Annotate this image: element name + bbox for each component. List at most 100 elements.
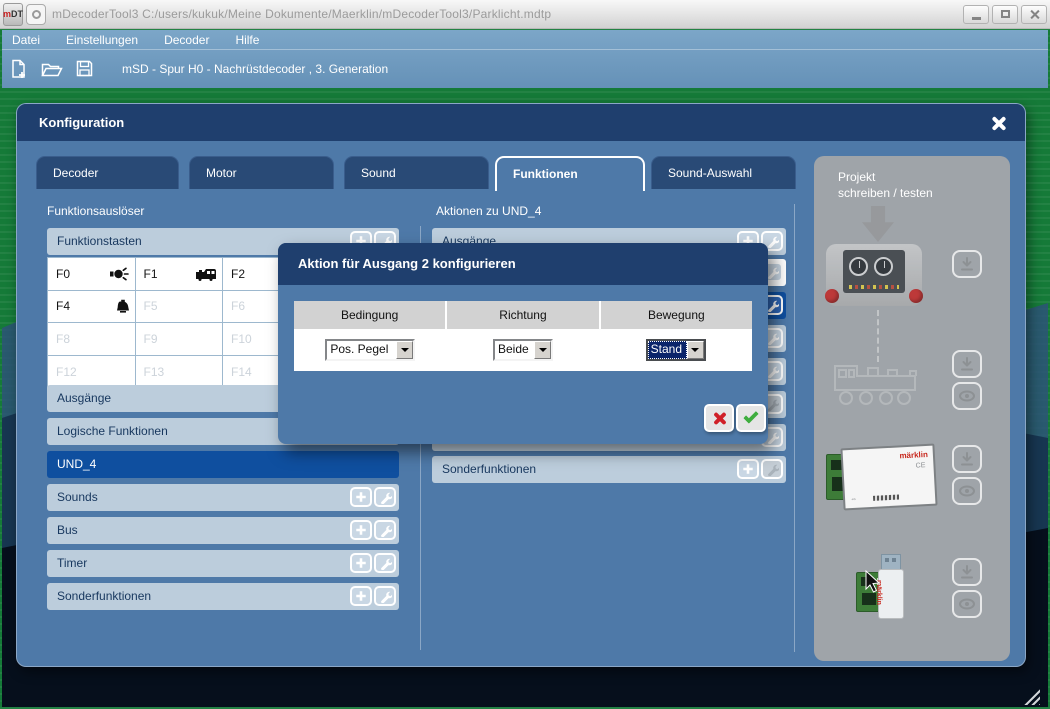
trigger-bus[interactable]: Bus bbox=[47, 517, 399, 544]
gauge-icon bbox=[874, 257, 893, 276]
download-icon bbox=[959, 356, 975, 372]
download-icon bbox=[959, 451, 975, 467]
dialog-title: Aktion für Ausgang 2 konfigurieren bbox=[298, 243, 516, 285]
plus-icon bbox=[742, 463, 754, 475]
section-label: Funktionstasten bbox=[57, 234, 142, 248]
tab-decoder[interactable]: Decoder bbox=[36, 156, 179, 189]
dropdown-arrow-icon[interactable] bbox=[687, 341, 704, 359]
konfiguration-close-button[interactable] bbox=[987, 112, 1009, 134]
wrench-icon bbox=[766, 235, 779, 248]
menu-hilfe[interactable]: Hilfe bbox=[235, 33, 259, 47]
edit-button[interactable] bbox=[374, 553, 396, 573]
menu-decoder[interactable]: Decoder bbox=[164, 33, 209, 47]
minimize-button[interactable] bbox=[963, 5, 989, 24]
mouse-cursor bbox=[864, 570, 882, 594]
download-icon bbox=[959, 256, 975, 272]
save-icon bbox=[76, 60, 93, 77]
tab-funktionen[interactable]: Funktionen bbox=[495, 156, 645, 191]
new-file-button[interactable] bbox=[10, 59, 28, 79]
view-programmer-button[interactable] bbox=[952, 477, 982, 505]
edit-button[interactable] bbox=[374, 586, 396, 606]
fkey-f5[interactable]: F5 bbox=[136, 291, 224, 324]
dialog-table: Bedingung Richtung Bewegung Pos. Pegel B… bbox=[294, 301, 752, 371]
write-to-usb-button[interactable] bbox=[952, 558, 982, 586]
edit-button[interactable] bbox=[374, 487, 396, 507]
right-edge-divider bbox=[794, 204, 795, 652]
maximize-button[interactable] bbox=[992, 5, 1018, 24]
desktop-edge-right bbox=[1044, 29, 1050, 709]
cancel-button[interactable] bbox=[704, 404, 734, 432]
fkey-f9[interactable]: F9 bbox=[136, 323, 224, 356]
left-panel-label: Funktionsauslöser bbox=[47, 204, 144, 218]
aktion-konfigurieren-dialog: Aktion für Ausgang 2 konfigurieren Bedin… bbox=[278, 243, 768, 444]
toolbar: mSD - Spur H0 - Nachrüstdecoder , 3. Gen… bbox=[2, 50, 1048, 87]
close-button[interactable] bbox=[1021, 5, 1047, 24]
project-title-line2: schreiben / testen bbox=[838, 186, 933, 200]
add-button[interactable] bbox=[350, 487, 372, 507]
add-button[interactable] bbox=[350, 586, 372, 606]
fkey-f1[interactable]: F1 bbox=[136, 258, 224, 291]
project-panel: Projekt schreiben / testen bbox=[814, 156, 1010, 661]
bedingung-dropdown[interactable]: Pos. Pegel bbox=[325, 339, 415, 361]
add-button[interactable] bbox=[350, 520, 372, 540]
column-header-bewegung: Bewegung bbox=[601, 301, 752, 329]
tab-sound-auswahl[interactable]: Sound-Auswahl bbox=[651, 156, 796, 189]
save-file-button[interactable] bbox=[76, 60, 93, 77]
wrench-icon bbox=[379, 590, 392, 603]
gauge-icon bbox=[849, 257, 868, 276]
window-title: mDecoderTool3 C:/users/kukuk/Meine Dokum… bbox=[52, 7, 551, 21]
edit-button[interactable] bbox=[374, 520, 396, 540]
dropdown-arrow-icon[interactable] bbox=[534, 341, 551, 359]
trigger-timer[interactable]: Timer bbox=[47, 550, 399, 577]
plus-icon bbox=[355, 491, 367, 503]
close-icon bbox=[1029, 9, 1040, 20]
open-file-button[interactable] bbox=[41, 61, 63, 77]
actions-section-sonderfunktionen[interactable]: Sonderfunktionen bbox=[432, 456, 786, 483]
fkey-f13[interactable]: F13 bbox=[136, 356, 224, 389]
download-icon bbox=[959, 564, 975, 580]
add-button[interactable] bbox=[737, 459, 759, 479]
locomotive-icon bbox=[195, 267, 216, 281]
desktop-edge-left bbox=[0, 29, 2, 709]
red-knob bbox=[909, 289, 923, 303]
fkey-f4[interactable]: F4 bbox=[48, 291, 136, 324]
check-icon bbox=[743, 408, 759, 424]
trigger-und4-selected[interactable]: UND_4 bbox=[47, 451, 399, 478]
desktop: mDT mDecoderTool3 C:/users/kukuk/Meine D… bbox=[0, 0, 1050, 709]
trigger-sonderfunktionen[interactable]: Sonderfunktionen bbox=[47, 583, 399, 610]
tab-sound[interactable]: Sound bbox=[344, 156, 489, 189]
bell-icon bbox=[117, 299, 129, 313]
plus-icon bbox=[355, 590, 367, 602]
add-button[interactable] bbox=[350, 553, 372, 573]
tab-motor[interactable]: Motor bbox=[189, 156, 334, 189]
dropdown-arrow-icon[interactable] bbox=[396, 341, 413, 359]
bewegung-dropdown[interactable]: Stand bbox=[646, 339, 706, 361]
menu-datei[interactable]: Datei bbox=[12, 33, 40, 47]
fkey-f0[interactable]: F0 bbox=[48, 258, 136, 291]
write-to-locomotive-button[interactable] bbox=[952, 350, 982, 378]
maximize-icon bbox=[1001, 10, 1010, 18]
window-menu-button[interactable] bbox=[26, 4, 46, 25]
view-usb-button[interactable] bbox=[952, 590, 982, 618]
richtung-dropdown[interactable]: Beide bbox=[493, 339, 553, 361]
menu-einstellungen[interactable]: Einstellungen bbox=[66, 33, 138, 47]
fkey-f12[interactable]: F12 bbox=[48, 356, 136, 389]
edit-button-disabled bbox=[761, 459, 783, 479]
view-locomotive-button[interactable] bbox=[952, 382, 982, 410]
confirm-button[interactable] bbox=[736, 404, 766, 432]
trigger-sounds[interactable]: Sounds bbox=[47, 484, 399, 511]
headlight-icon bbox=[110, 266, 129, 281]
write-to-programmer-button[interactable] bbox=[952, 445, 982, 473]
app-icon: mDT bbox=[3, 3, 23, 26]
central-station-image bbox=[826, 244, 922, 306]
wrench-icon bbox=[379, 491, 392, 504]
plus-icon bbox=[355, 524, 367, 536]
write-to-central-station-button[interactable] bbox=[952, 250, 982, 278]
fkey-f8[interactable]: F8 bbox=[48, 323, 136, 356]
new-file-icon bbox=[10, 59, 28, 79]
connection-line bbox=[877, 310, 879, 362]
button-row bbox=[849, 285, 899, 289]
locomotive-image bbox=[830, 356, 922, 408]
eye-icon bbox=[958, 389, 976, 403]
central-station-screen bbox=[843, 250, 905, 293]
